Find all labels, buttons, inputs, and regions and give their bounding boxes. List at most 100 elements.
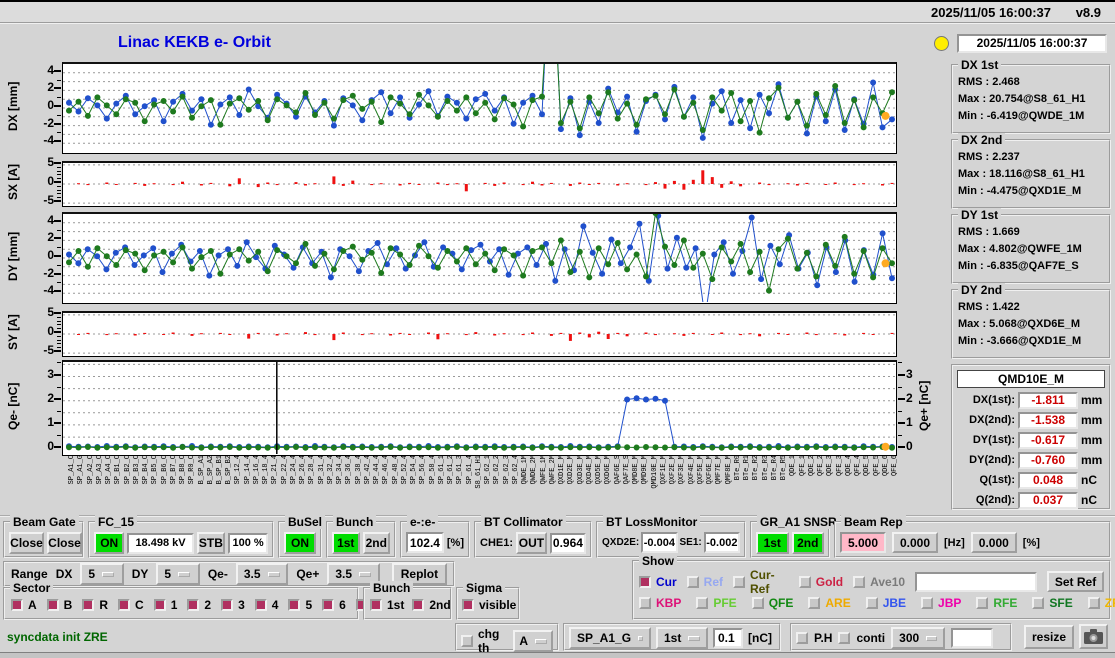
sector-c[interactable]: C	[118, 598, 144, 612]
checkbox[interactable]	[865, 597, 878, 609]
conti-checkbox[interactable]	[838, 632, 851, 644]
checkbox[interactable]	[82, 599, 95, 611]
sigma-visible[interactable]: visible	[462, 598, 516, 612]
count-input[interactable]	[951, 628, 994, 648]
data-point	[711, 251, 718, 258]
chg-th-select[interactable]: A	[513, 630, 553, 652]
checkbox[interactable]	[696, 597, 709, 609]
checkbox[interactable]	[221, 599, 234, 611]
sector-3[interactable]: 3	[221, 598, 245, 612]
checkbox[interactable]	[853, 575, 866, 588]
data-point	[586, 444, 593, 451]
checkbox[interactable]	[254, 599, 267, 611]
checkbox[interactable]	[733, 575, 746, 588]
sector-a[interactable]: A	[11, 598, 37, 612]
data-point	[434, 264, 441, 271]
count-select[interactable]: 300	[891, 627, 946, 649]
show-ave10[interactable]: Ave10	[853, 575, 905, 589]
sector-1[interactable]: 1	[153, 598, 177, 612]
data-point	[851, 278, 858, 285]
fc15-stb-button[interactable]: STB	[196, 532, 226, 554]
sector-2[interactable]: 2	[187, 598, 211, 612]
resize-button[interactable]: resize	[1024, 625, 1074, 649]
nc-threshold-input[interactable]	[713, 628, 743, 648]
checkbox[interactable]	[288, 599, 301, 611]
bar	[256, 184, 260, 188]
fc15-on-button[interactable]: ON	[94, 532, 125, 554]
checkbox[interactable]	[1087, 597, 1100, 609]
screenshot-button[interactable]	[1079, 624, 1108, 649]
show-cur[interactable]: Cur	[639, 575, 677, 589]
checkbox[interactable]	[46, 599, 59, 611]
range-dy-value: 5	[164, 567, 172, 581]
sigma-label: Sigma	[463, 581, 506, 595]
chg-th-checkbox[interactable]	[461, 635, 473, 647]
sector-5[interactable]: 5	[288, 598, 312, 612]
sector-6[interactable]: 6	[322, 598, 346, 612]
sp-bunch-select[interactable]: 1st	[656, 627, 708, 649]
tick-mark	[898, 397, 905, 400]
show-gold[interactable]: Gold	[798, 575, 843, 589]
show-rfe[interactable]: RFE	[976, 596, 1017, 610]
checkbox[interactable]	[412, 599, 425, 611]
show-cur-ref[interactable]: Cur-Ref	[733, 568, 789, 596]
x-axis-label: SP_58_4	[428, 455, 437, 485]
ref-file-input[interactable]	[915, 571, 1038, 592]
checkbox[interactable]	[1032, 597, 1045, 609]
checkbox[interactable]	[187, 599, 200, 611]
checkbox[interactable]	[976, 597, 989, 609]
bar	[786, 334, 790, 335]
show-jbe[interactable]: JBE	[865, 596, 906, 610]
checkbox[interactable]	[153, 599, 166, 611]
beam-gate-close-2-button[interactable]: Close	[47, 532, 82, 554]
bunch-1st[interactable]: 1st	[370, 598, 404, 612]
sector-4[interactable]: 4	[254, 598, 278, 612]
checkbox[interactable]	[118, 599, 131, 611]
data-point	[217, 121, 224, 128]
sector-r[interactable]: R	[82, 598, 108, 612]
checkbox[interactable]	[639, 575, 651, 588]
bar	[531, 181, 534, 184]
gr-a1-2nd-button[interactable]: 2nd	[791, 532, 824, 554]
range-dx-select[interactable]: 5	[80, 563, 124, 585]
show-jbp[interactable]: JBP	[921, 596, 961, 610]
checkbox[interactable]	[11, 599, 23, 611]
x-axis-label: SP_A1_G	[77, 455, 86, 485]
gr-a1-1st-button[interactable]: 1st	[756, 532, 789, 554]
beam-gate-close-1-button[interactable]: Close	[9, 532, 44, 554]
bunch-2nd[interactable]: 2nd	[412, 598, 451, 612]
sector-b[interactable]: B	[46, 598, 72, 612]
checkbox[interactable]	[921, 597, 934, 609]
data-point	[595, 120, 602, 126]
range-dy-select[interactable]: 5	[156, 563, 200, 585]
checkbox[interactable]	[798, 575, 811, 588]
data-point	[378, 89, 385, 96]
show-are[interactable]: ARE	[808, 596, 851, 610]
bunch-2nd-button[interactable]: 2nd	[362, 532, 390, 554]
set-ref-button[interactable]: Set Ref	[1047, 571, 1104, 592]
ph-checkbox[interactable]	[796, 632, 808, 644]
stats-dx-2nd: DX 2nd RMS : 2.237 Max : 18.116@S8_61_H1…	[951, 133, 1111, 209]
che1-out-button[interactable]: OUT	[516, 532, 547, 554]
show-ref[interactable]: Ref	[686, 575, 723, 589]
checkbox[interactable]	[462, 599, 474, 611]
data-point	[482, 90, 489, 97]
checkbox[interactable]	[751, 597, 764, 609]
checkbox[interactable]	[370, 599, 382, 611]
data-point	[340, 444, 347, 450]
stats-title: DY 1st	[958, 208, 1002, 222]
bunch-1st-button[interactable]: 1st	[332, 532, 360, 554]
checkbox[interactable]	[639, 597, 651, 609]
checkbox[interactable]	[686, 575, 699, 588]
show-zre[interactable]: ZRE	[1087, 596, 1115, 610]
sp-monitor-select[interactable]: SP_A1_G	[569, 627, 651, 649]
show-qfe[interactable]: QFE	[751, 596, 793, 610]
range-qem-select[interactable]: 3.5	[235, 563, 289, 585]
show-sfe[interactable]: SFE	[1032, 596, 1073, 610]
checkbox[interactable]	[322, 599, 335, 611]
show-pfe[interactable]: PFE	[696, 596, 737, 610]
show-kbp[interactable]: KBP	[639, 596, 681, 610]
checkbox[interactable]	[808, 597, 821, 609]
minor-tick-mark	[57, 174, 61, 176]
busel-on-button[interactable]: ON	[284, 532, 316, 554]
